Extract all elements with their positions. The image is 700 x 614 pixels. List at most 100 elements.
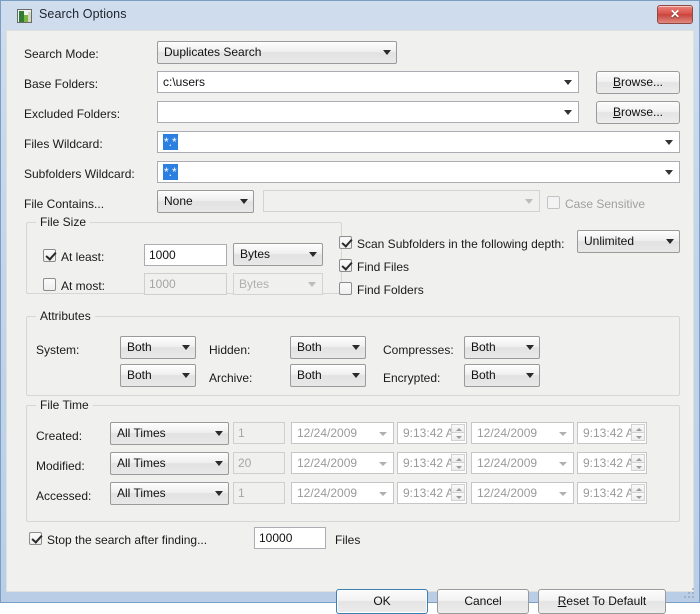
- chevron-down-icon: [182, 373, 190, 378]
- file-contains-text-combobox: [263, 190, 540, 212]
- file-time-modified-mode-dropdown[interactable]: All Times: [110, 452, 229, 475]
- file-time-modified-time-to-value: 9:13:42 A: [583, 456, 634, 470]
- chevron-down-icon[interactable]: [560, 103, 577, 121]
- chevron-down-icon: [666, 239, 674, 244]
- file-time-accessed-date-from: 12/24/2009: [291, 482, 394, 504]
- stop-search-suffix-label: Files: [335, 533, 361, 547]
- file-contains-mode-dropdown[interactable]: None: [157, 190, 254, 213]
- at-most-checkbox[interactable]: At most:: [43, 278, 106, 293]
- checkbox-box: [43, 249, 56, 262]
- resize-grip-icon[interactable]: [683, 587, 696, 600]
- chevron-down-icon: [352, 373, 360, 378]
- spinner-icon: [631, 484, 645, 502]
- attr-hidden-dropdown[interactable]: Both: [290, 336, 366, 359]
- attr-system-dropdown[interactable]: Both: [120, 336, 196, 359]
- attr-archive-dropdown[interactable]: Both: [290, 364, 366, 387]
- file-time-accessed-time-to: 9:13:42 A: [577, 482, 647, 504]
- ok-button-label: OK: [373, 594, 391, 608]
- reset-to-default-button[interactable]: Reset To Default: [538, 589, 666, 614]
- window-title: Search Options: [39, 7, 127, 21]
- browse-accel-base: B: [612, 75, 621, 89]
- stop-search-count-value: 10000: [259, 531, 293, 545]
- attr-system-label: System:: [36, 343, 80, 357]
- chevron-down-icon: [383, 50, 391, 55]
- attr-readonly-dropdown[interactable]: Both: [120, 364, 196, 387]
- case-sensitive-label: Case Sensitive: [565, 197, 646, 211]
- spinner-icon: [451, 484, 465, 502]
- checkbox-box: [29, 532, 42, 545]
- attr-encrypted-dropdown[interactable]: Both: [464, 364, 540, 387]
- attr-archive-label: Archive:: [209, 371, 253, 385]
- chevron-down-icon: [559, 492, 567, 496]
- stop-search-checkbox[interactable]: Stop the search after finding...: [29, 532, 208, 547]
- scan-subfolders-checkbox[interactable]: Scan Subfolders in the following depth:: [339, 236, 564, 251]
- file-contains-mode-value: None: [164, 194, 193, 208]
- at-least-value-input[interactable]: 1000: [144, 244, 227, 266]
- search-mode-dropdown[interactable]: Duplicates Search: [157, 41, 397, 64]
- attr-system-value: Both: [127, 340, 152, 354]
- at-least-unit-dropdown[interactable]: Bytes: [233, 243, 323, 266]
- chevron-down-icon: [215, 461, 223, 466]
- at-most-unit-value: Bytes: [239, 277, 270, 291]
- file-time-created-date-from-value: 12/24/2009: [297, 426, 358, 440]
- file-time-modified-date-from: 12/24/2009: [291, 452, 394, 474]
- file-time-created-date-to-value: 12/24/2009: [477, 426, 538, 440]
- attr-archive-value: Both: [297, 368, 322, 382]
- find-folders-label: Find Folders: [357, 283, 424, 297]
- checkbox-box: [547, 196, 560, 209]
- file-time-created-mode-dropdown[interactable]: All Times: [110, 422, 229, 445]
- chevron-down-icon[interactable]: [560, 73, 577, 91]
- subfolders-wildcard-label: Subfolders Wildcard:: [24, 167, 135, 181]
- file-time-created-date-from: 12/24/2009: [291, 422, 394, 444]
- file-time-modified-amount: 20: [238, 456, 252, 470]
- at-most-value-input: 1000: [144, 273, 227, 295]
- dialog-client-area: Search Mode: Duplicates Search Base Fold…: [6, 30, 694, 614]
- attr-compresses-value: Both: [471, 340, 496, 354]
- find-folders-checkbox[interactable]: Find Folders: [339, 282, 424, 297]
- file-time-created-amount-input: 1: [233, 422, 285, 444]
- close-icon: ✕: [669, 7, 681, 21]
- files-wildcard-label: Files Wildcard:: [24, 137, 103, 151]
- base-folders-combobox[interactable]: c:\users: [157, 71, 579, 93]
- chevron-down-icon: [379, 432, 387, 436]
- file-time-created-time-to: 9:13:42 A: [577, 422, 647, 444]
- cancel-button[interactable]: Cancel: [437, 589, 529, 614]
- scan-depth-value: Unlimited: [584, 234, 635, 248]
- attr-compresses-dropdown[interactable]: Both: [464, 336, 540, 359]
- subfolders-wildcard-combobox[interactable]: *.*: [157, 161, 680, 183]
- base-folders-label: Base Folders:: [24, 77, 99, 91]
- at-most-unit-dropdown: Bytes: [233, 273, 323, 295]
- base-folders-browse-button[interactable]: Browse...: [596, 71, 680, 94]
- chevron-down-icon: [309, 252, 317, 257]
- chevron-down-icon: [526, 373, 534, 378]
- find-files-checkbox[interactable]: Find Files: [339, 259, 410, 274]
- stop-search-label: Stop the search after finding...: [47, 533, 208, 547]
- at-most-label: At most:: [61, 279, 106, 293]
- close-button[interactable]: ✕: [657, 5, 693, 24]
- file-time-accessed-amount-input: 1: [233, 482, 285, 504]
- case-sensitive-checkbox[interactable]: Case Sensitive: [547, 196, 646, 211]
- chevron-down-icon: [240, 199, 248, 204]
- window-titlebar: Search Options ✕: [1, 1, 699, 30]
- chevron-down-icon: [559, 432, 567, 436]
- excluded-folders-combobox[interactable]: [157, 101, 579, 123]
- file-time-accessed-mode-dropdown[interactable]: All Times: [110, 482, 229, 505]
- chevron-down-icon: [182, 345, 190, 350]
- spinner-icon: [631, 424, 645, 442]
- chevron-down-icon[interactable]: [661, 163, 678, 181]
- scan-depth-dropdown[interactable]: Unlimited: [577, 230, 680, 253]
- reset-button-label: eset To Default: [566, 594, 647, 608]
- excluded-folders-label: Excluded Folders:: [24, 107, 121, 121]
- chevron-down-icon[interactable]: [661, 133, 678, 151]
- spinner-icon: [631, 454, 645, 472]
- stop-search-count-input[interactable]: 10000: [254, 527, 326, 549]
- chevron-down-icon: [521, 192, 538, 210]
- attr-compresses-label: Compresses:: [383, 343, 454, 357]
- ok-button[interactable]: OK: [336, 589, 428, 614]
- spinner-icon: [451, 424, 465, 442]
- find-files-label: Find Files: [357, 260, 410, 274]
- excluded-folders-browse-button[interactable]: Browse...: [596, 101, 680, 124]
- at-least-checkbox[interactable]: At least:: [43, 249, 104, 264]
- files-wildcard-combobox[interactable]: *.*: [157, 131, 680, 153]
- file-time-modified-time-to: 9:13:42 A: [577, 452, 647, 474]
